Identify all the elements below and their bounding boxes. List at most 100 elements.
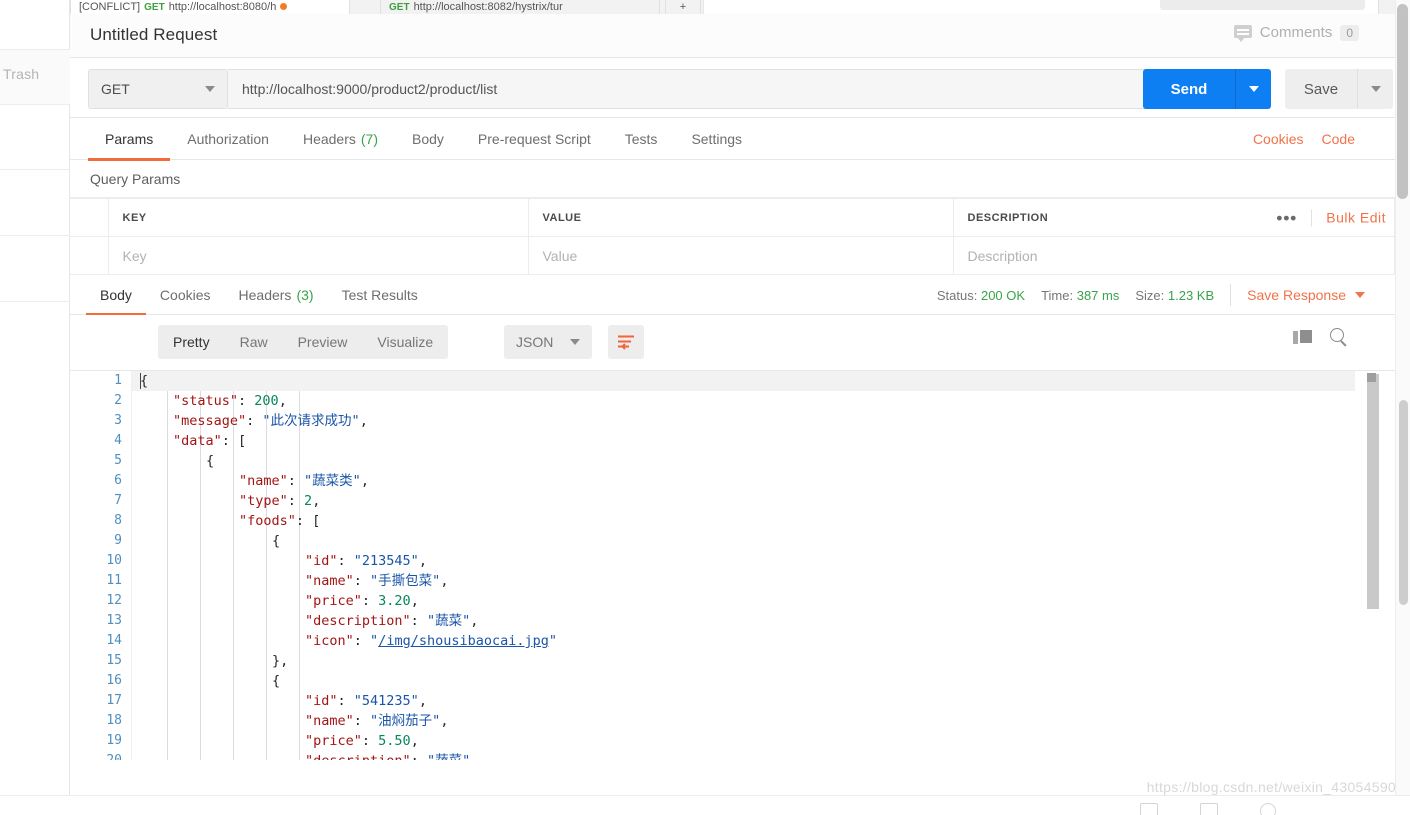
code-line[interactable]: "status": 200, — [132, 391, 1355, 411]
code-line[interactable]: { — [132, 671, 1355, 691]
code-line[interactable]: { — [132, 371, 1355, 391]
response-tab-cookies[interactable]: Cookies — [146, 275, 225, 315]
page-scrollbar-thumb[interactable] — [1397, 4, 1408, 199]
line-number: 3 — [114, 413, 122, 428]
time-group: Time: 387 ms — [1041, 288, 1119, 303]
json-code-content[interactable]: {"status": 200, "message": "此次请求成功", "data… — [132, 371, 1355, 760]
request-tab-2[interactable]: GET http://localhost:8082/hystrix/tur — [380, 0, 660, 14]
size-group: Size: 1.23 KB — [1135, 288, 1214, 303]
code-line[interactable]: "name": "手撕包菜", — [132, 571, 1355, 591]
view-mode-raw[interactable]: Raw — [225, 325, 283, 359]
url-input[interactable]: http://localhost:9000/product2/product/l… — [228, 69, 1210, 109]
request-tab-1[interactable]: [CONFLICT] GET http://localhost:8080/h — [70, 0, 350, 14]
key-input[interactable]: Key — [108, 236, 529, 275]
view-mode-pretty[interactable]: Pretty — [158, 325, 225, 359]
save-button-group[interactable]: Save — [1285, 69, 1393, 109]
code-link[interactable]: Code — [1322, 131, 1355, 147]
tab-headers[interactable]: Headers (7) — [286, 118, 395, 160]
code-line[interactable]: { — [132, 451, 1355, 471]
code-line[interactable]: "type": 2, — [132, 491, 1355, 511]
editor-scroll-up-button[interactable] — [1367, 373, 1376, 382]
tab-params[interactable]: Params — [88, 118, 171, 161]
code-line[interactable]: "description": "蔬菜" — [132, 751, 1355, 760]
code-line[interactable]: "id": "541235", — [132, 691, 1355, 711]
cookies-link[interactable]: Cookies — [1253, 131, 1304, 147]
code-line[interactable]: "price": 5.50, — [132, 731, 1355, 751]
page-scrollbar-track[interactable] — [1395, 0, 1410, 815]
view-mode-group: Pretty Raw Preview Visualize — [158, 325, 449, 359]
chevron-down-icon — [1370, 86, 1381, 92]
code-line[interactable]: "data": [ — [132, 431, 1355, 451]
page-scrollbar-thumb-secondary[interactable] — [1399, 400, 1408, 605]
code-token-p: , — [418, 693, 427, 709]
code-line[interactable]: "foods": [ — [132, 511, 1355, 531]
code-token-k: "icon" — [305, 633, 354, 649]
code-line[interactable]: "name": "蔬菜类", — [132, 471, 1355, 491]
description-input[interactable]: Description — [953, 236, 1395, 275]
code-line[interactable]: "icon": "/img/shousibaocai.jpg" — [132, 631, 1355, 651]
table-header-actions: ••• Bulk Edit — [1262, 209, 1386, 226]
tab-settings[interactable]: Settings — [674, 118, 759, 160]
value-input[interactable]: Value — [528, 236, 954, 275]
wrap-lines-button[interactable] — [608, 325, 644, 359]
view-mode-preview[interactable]: Preview — [283, 325, 363, 359]
code-token-s: "油焖茄子" — [370, 713, 441, 729]
response-tablist: Body Cookies Headers (3) Test Results — [86, 275, 432, 316]
tab-body[interactable]: Body — [395, 118, 461, 160]
save-button[interactable]: Save — [1285, 69, 1357, 109]
new-tab-button[interactable]: + — [665, 0, 701, 14]
code-line[interactable]: { — [132, 531, 1355, 551]
response-tab-test-results[interactable]: Test Results — [328, 275, 432, 315]
send-button-group[interactable]: Send — [1143, 69, 1271, 109]
send-options-button[interactable] — [1235, 69, 1271, 109]
time-label: Time: — [1041, 287, 1074, 303]
response-tab-test-results-label: Test Results — [341, 287, 418, 303]
editor-scrollbar-thumb[interactable] — [1367, 374, 1379, 609]
response-tab-headers[interactable]: Headers (3) — [225, 275, 328, 315]
code-line[interactable]: "name": "油焖茄子", — [132, 711, 1355, 731]
code-line[interactable]: }, — [132, 651, 1355, 671]
workspace-search-box[interactable] — [1160, 0, 1365, 10]
url-input-value: http://localhost:9000/product2/product/l… — [242, 81, 498, 97]
send-button[interactable]: Send — [1143, 69, 1235, 109]
code-line[interactable]: "id": "213545", — [132, 551, 1355, 571]
code-token-p: , — [410, 593, 419, 609]
response-tabs-row: Body Cookies Headers (3) Test Results St… — [70, 275, 1395, 316]
response-tab-body[interactable]: Body — [86, 275, 146, 316]
save-response-button[interactable]: Save Response — [1247, 287, 1365, 303]
request-tablist: Params Authorization Headers (7) Body Pr… — [88, 118, 759, 161]
copy-icon[interactable] — [1293, 328, 1314, 346]
save-options-button[interactable] — [1357, 69, 1393, 109]
more-options-icon[interactable]: ••• — [1262, 209, 1313, 226]
code-token-p: : — [410, 613, 427, 629]
response-format-select[interactable]: JSON — [504, 325, 592, 359]
response-body-editor[interactable]: 1234567891011121314151617181920 {"status… — [70, 370, 1395, 760]
tab-pre-request-script[interactable]: Pre-request Script — [461, 118, 608, 160]
code-line[interactable]: "message": "此次请求成功", — [132, 411, 1355, 431]
code-line[interactable]: "description": "蔬菜", — [132, 611, 1355, 631]
line-number: 6 — [114, 473, 122, 488]
tab-authorization[interactable]: Authorization — [170, 118, 286, 160]
request-tab-2-url: http://localhost:8082/hystrix/tur — [413, 1, 563, 13]
code-line[interactable]: "price": 3.20, — [132, 591, 1355, 611]
help-icon[interactable] — [1260, 803, 1276, 815]
divider — [1230, 284, 1232, 306]
request-tab-1-prefix: [CONFLICT] — [79, 1, 141, 13]
bulk-edit-button[interactable]: Bulk Edit — [1312, 210, 1386, 226]
code-token-k: "name" — [305, 713, 354, 729]
code-token-p: , — [359, 413, 368, 429]
column-header-value: VALUE — [528, 198, 954, 237]
row-checkbox-cell[interactable] — [70, 236, 109, 275]
http-method-select[interactable]: GET — [88, 69, 228, 109]
code-token-p: : — [238, 393, 255, 409]
sidebar-row — [0, 236, 70, 302]
comments-control[interactable]: Comments 0 — [1233, 24, 1359, 42]
console-icon[interactable] — [1200, 803, 1218, 815]
response-tab-cookies-label: Cookies — [159, 287, 211, 303]
response-tab-headers-label: Headers — [238, 287, 292, 303]
layout-icon[interactable] — [1140, 803, 1158, 815]
view-mode-visualize[interactable]: Visualize — [362, 325, 448, 359]
tab-tests[interactable]: Tests — [608, 118, 675, 160]
code-token-p: : — [353, 713, 371, 729]
search-icon[interactable] — [1329, 327, 1349, 347]
